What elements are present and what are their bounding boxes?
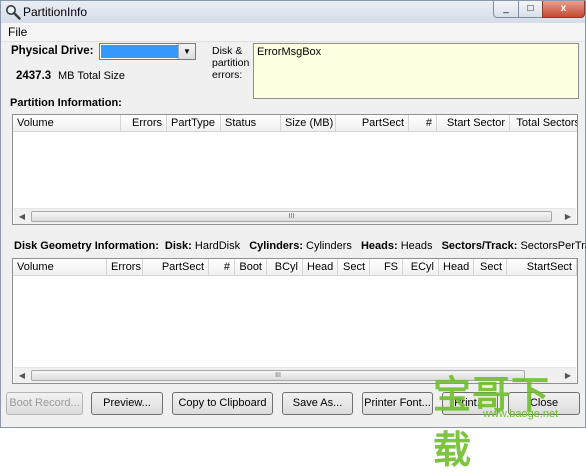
boot-record-button[interactable]: Boot Record... — [6, 392, 83, 415]
column-header[interactable]: Boot — [235, 259, 267, 275]
column-header[interactable]: FS — [370, 259, 403, 275]
column-header[interactable]: StartSect — [507, 259, 577, 275]
error-message-box[interactable]: ErrorMsgBox — [253, 43, 579, 99]
scroll-left-icon[interactable]: ◀ — [14, 368, 30, 383]
heads-value: Heads — [400, 240, 433, 252]
errors-label-line2: partition — [212, 57, 250, 69]
close-window-button[interactable]: x — [542, 1, 585, 18]
column-header[interactable]: Sect — [474, 259, 507, 275]
column-header[interactable]: PartSect — [336, 115, 409, 131]
column-header[interactable]: Head — [303, 259, 338, 275]
copy-to-clipboard-button[interactable]: Copy to Clipboard — [172, 392, 273, 415]
magnifier-icon — [6, 5, 21, 20]
column-header[interactable]: Volume — [13, 259, 107, 275]
cylinders-value: Cylinders — [306, 240, 352, 252]
partition-horizontal-scrollbar[interactable]: ◀ III ▶ — [14, 208, 576, 224]
column-header[interactable]: PartType — [167, 115, 221, 131]
preview-button[interactable]: Preview... — [91, 392, 163, 415]
column-header[interactable]: Head — [439, 259, 474, 275]
scroll-left-icon[interactable]: ◀ — [14, 209, 30, 224]
errors-label-line1: Disk & — [212, 45, 243, 57]
minimize-button[interactable]: _ — [493, 1, 519, 18]
column-header[interactable]: Size (MB) — [281, 115, 336, 131]
save-as-button[interactable]: Save As... — [282, 392, 353, 415]
physical-drive-select[interactable]: ▼ — [99, 43, 196, 60]
site-watermark: 宝哥下载 www.baoge.net — [427, 364, 586, 472]
column-header[interactable]: Status — [221, 115, 281, 131]
close-icon: x — [560, 3, 567, 14]
physical-drive-label: Physical Drive: — [11, 45, 94, 57]
disk-value: HardDisk — [194, 240, 241, 252]
title-bar[interactable]: PartitionInfo _ □ x — [1, 1, 585, 23]
partitioninfo-window: PartitionInfo _ □ x File Physical Drive:… — [0, 0, 586, 472]
disk-label: Disk: — [164, 240, 192, 252]
maximize-icon: □ — [527, 3, 534, 14]
column-header[interactable]: Start Sector — [437, 115, 510, 131]
column-header[interactable]: # — [409, 115, 437, 131]
column-header[interactable]: Errors — [121, 115, 167, 131]
sectors-per-track-value: SectorsPerTrack — [520, 240, 586, 252]
column-header[interactable]: Total Sectors — [510, 115, 577, 131]
maximize-button[interactable]: □ — [518, 1, 543, 18]
geometry-info-line: Disk Geometry Information: Disk: HardDis… — [14, 240, 586, 252]
column-header[interactable]: Sect — [338, 259, 370, 275]
column-header[interactable]: ECyl — [403, 259, 439, 275]
partition-info-heading: Partition Information: — [10, 97, 122, 109]
column-header[interactable]: Errors — [107, 259, 143, 275]
scroll-right-icon[interactable]: ▶ — [560, 209, 576, 224]
column-header[interactable]: PartSect — [143, 259, 209, 275]
menu-file[interactable]: File — [8, 25, 27, 39]
column-header[interactable]: BCyl — [267, 259, 303, 275]
column-header[interactable]: Volume — [13, 115, 121, 131]
errors-label-line3: errors: — [212, 69, 243, 81]
window-title: PartitionInfo — [23, 5, 88, 19]
minimize-icon: _ — [503, 3, 509, 14]
partition-list-header: Volume Errors PartType Status Size (MB) … — [13, 115, 577, 132]
sectors-per-track-label: Sectors/Track: — [441, 240, 518, 252]
chevron-down-icon[interactable]: ▼ — [178, 44, 195, 59]
drive-size-value: 2437.3 — [16, 70, 52, 82]
menu-bar: File — [1, 23, 585, 42]
error-message-text: ErrorMsgBox — [257, 46, 322, 58]
column-header[interactable]: # — [209, 259, 235, 275]
geometry-list-header: Volume Errors PartSect # Boot BCyl Head … — [13, 259, 577, 276]
selected-drive-highlight — [101, 45, 179, 58]
watermark-url: www.baoge.net — [483, 408, 559, 420]
scroll-thumb[interactable]: III — [31, 211, 552, 222]
partition-list[interactable]: Volume Errors PartType Status Size (MB) … — [12, 114, 578, 225]
geometry-heading: Disk Geometry Information: — [14, 240, 159, 252]
drive-size-unit: MB Total Size — [58, 70, 126, 82]
printer-font-button[interactable]: Printer Font... — [362, 392, 433, 415]
heads-label: Heads: — [360, 240, 398, 252]
cylinders-label: Cylinders: — [249, 240, 303, 252]
